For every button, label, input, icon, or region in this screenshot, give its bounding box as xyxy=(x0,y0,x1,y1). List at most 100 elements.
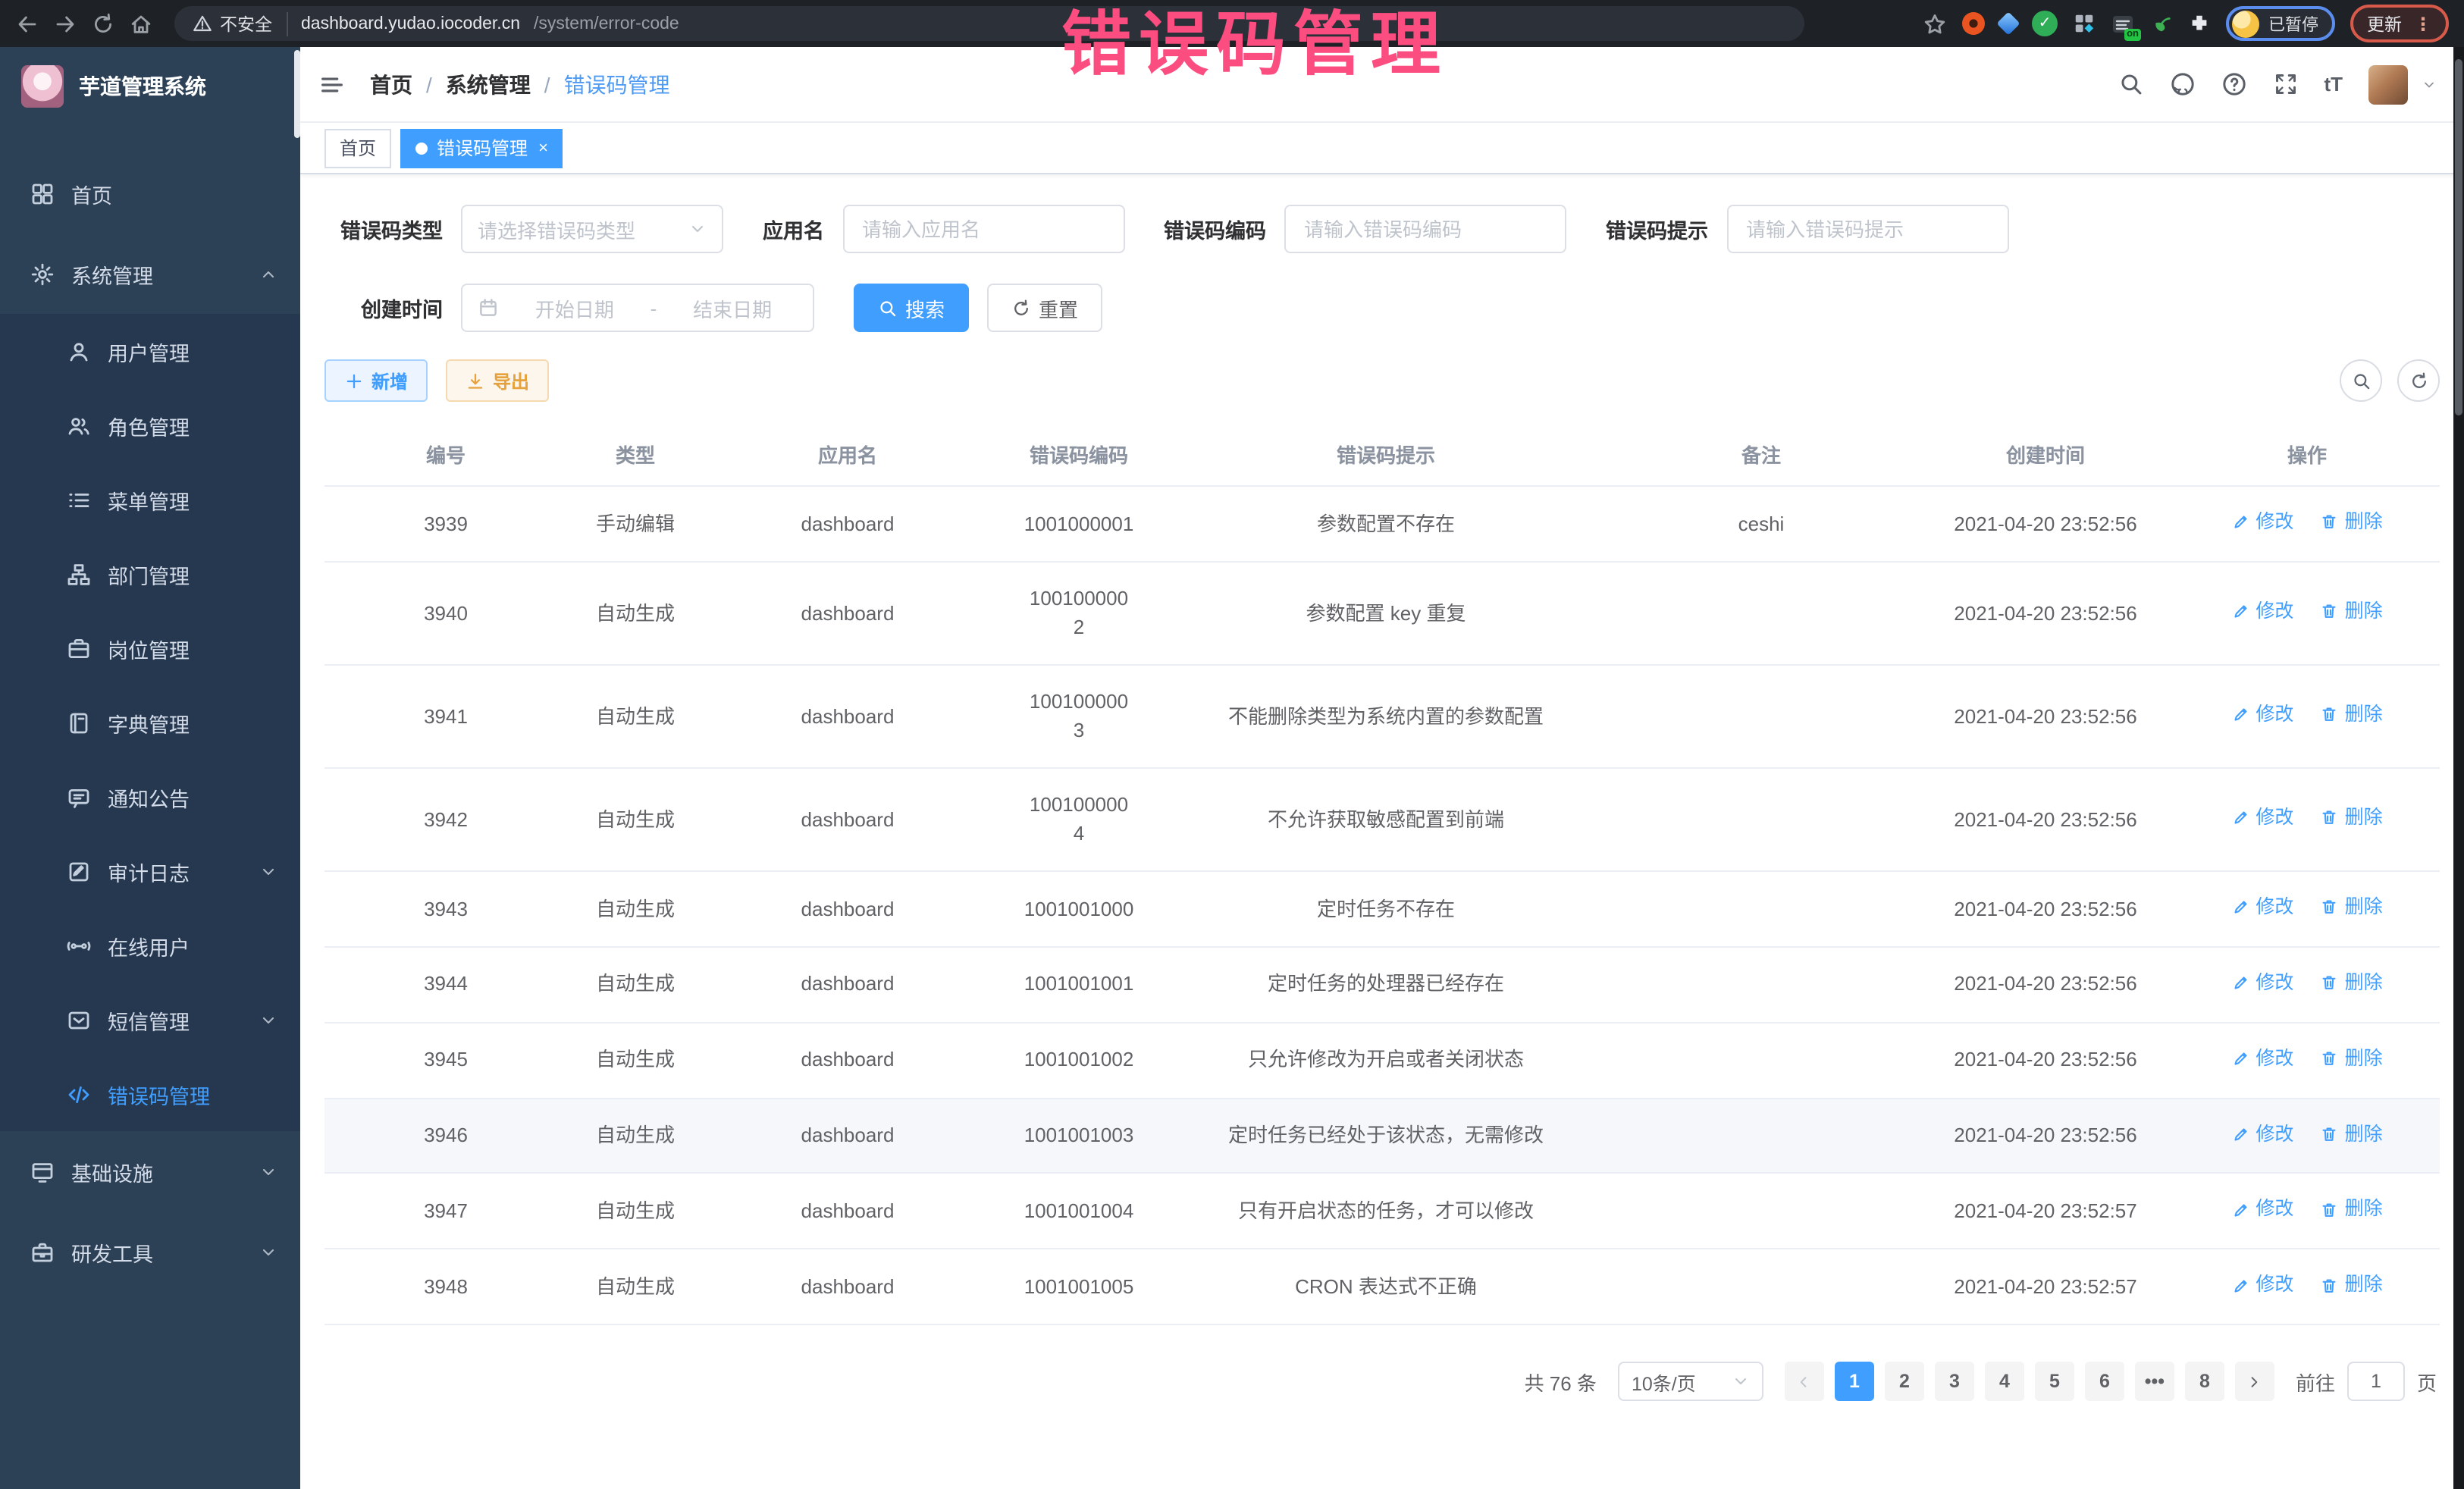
font-size-icon[interactable] xyxy=(2324,73,2343,96)
fullscreen-icon[interactable] xyxy=(2272,71,2298,97)
pencil-icon xyxy=(2231,973,2249,992)
delete-link[interactable]: 删除 xyxy=(2321,804,2383,832)
profile-paused-badge[interactable]: 已暂停 xyxy=(2226,6,2335,41)
sidebar-item[interactable]: 角色管理 xyxy=(0,388,300,462)
sidebar-scrollbar[interactable] xyxy=(294,50,300,138)
refresh-table-button[interactable] xyxy=(2397,359,2440,402)
security-warning[interactable]: 不安全 xyxy=(193,11,287,36)
scrollbar-thumb[interactable] xyxy=(2455,59,2462,415)
export-button[interactable]: 导出 xyxy=(446,359,549,402)
sidebar-item[interactable]: 系统管理 xyxy=(0,234,300,314)
date-range-picker[interactable]: 开始日期 - 结束日期 xyxy=(461,284,814,332)
edit-link[interactable]: 修改 xyxy=(2231,1044,2293,1073)
sidebar-item[interactable]: 短信管理 xyxy=(0,983,300,1057)
extension-icon-grid[interactable] xyxy=(2073,12,2096,35)
user-avatar[interactable] xyxy=(2368,64,2408,104)
add-button[interactable]: 新增 xyxy=(324,359,428,402)
page-button[interactable]: 2 xyxy=(1885,1362,1924,1401)
page-button[interactable]: 8 xyxy=(2185,1362,2224,1401)
delete-link[interactable]: 删除 xyxy=(2321,969,2383,998)
github-icon[interactable] xyxy=(2169,71,2195,97)
page-button-active[interactable]: 1 xyxy=(1835,1362,1874,1401)
delete-link[interactable]: 删除 xyxy=(2321,1196,2383,1224)
edit-link[interactable]: 修改 xyxy=(2231,1271,2293,1300)
sidebar-item[interactable]: 首页 xyxy=(0,153,300,234)
app-name-input[interactable] xyxy=(842,205,1124,253)
address-bar[interactable]: 不安全 dashboard.yudao.iocoder.cn/system/er… xyxy=(174,6,1804,41)
extension-icon-switch[interactable]: on xyxy=(2111,12,2135,35)
edit-link[interactable]: 修改 xyxy=(2231,701,2293,729)
sidebar-item[interactable]: 审计日志 xyxy=(0,834,300,908)
forward-icon[interactable] xyxy=(53,11,77,36)
sidebar-item[interactable]: 通知公告 xyxy=(0,760,300,834)
reload-icon[interactable] xyxy=(91,11,115,36)
sidebar-item[interactable]: 错误码管理 xyxy=(0,1057,300,1131)
delete-link[interactable]: 删除 xyxy=(2321,508,2383,537)
edit-link[interactable]: 修改 xyxy=(2231,969,2293,998)
tag-error-code-active[interactable]: 错误码管理 × xyxy=(400,128,563,168)
page-button[interactable]: 4 xyxy=(1985,1362,2024,1401)
delete-link[interactable]: 删除 xyxy=(2321,1271,2383,1300)
page-scrollbar[interactable] xyxy=(2453,47,2464,1489)
sidebar-item[interactable]: 岗位管理 xyxy=(0,611,300,685)
cell-id: 3943 xyxy=(324,871,567,947)
edit-link[interactable]: 修改 xyxy=(2231,804,2293,832)
page-button[interactable]: 6 xyxy=(2085,1362,2124,1401)
app-logo-row[interactable]: 芋道管理系统 xyxy=(0,47,300,126)
filter-row-1: 错误码类型 请选择错误码类型 应用名 错误码编码 xyxy=(324,205,2440,253)
delete-link[interactable]: 删除 xyxy=(2321,893,2383,922)
extension-icon-leaf[interactable] xyxy=(2150,12,2173,35)
edit-link[interactable]: 修改 xyxy=(2231,508,2293,537)
sidebar-item[interactable]: 字典管理 xyxy=(0,685,300,760)
chrome-update-button[interactable]: 更新 ⋮ xyxy=(2350,5,2449,42)
delete-link[interactable]: 删除 xyxy=(2321,1120,2383,1149)
sidebar-item[interactable]: 用户管理 xyxy=(0,314,300,388)
avatar-caret-icon[interactable] xyxy=(2422,77,2437,92)
help-icon[interactable] xyxy=(2221,71,2246,97)
search-button[interactable]: 搜索 xyxy=(854,284,969,332)
reset-button[interactable]: 重置 xyxy=(987,284,1102,332)
tag-close-icon[interactable]: × xyxy=(538,139,548,157)
page-button[interactable]: 5 xyxy=(2035,1362,2074,1401)
breadcrumb-home[interactable]: 首页 xyxy=(370,69,412,99)
error-code-input[interactable] xyxy=(1284,205,1566,253)
goto-page-input[interactable] xyxy=(2347,1362,2405,1401)
page-button[interactable]: ••• xyxy=(2135,1362,2174,1401)
extension-icon-orange[interactable] xyxy=(1962,12,1985,35)
sidebar-item[interactable]: 基础设施 xyxy=(0,1131,300,1212)
sidebar-item[interactable]: 菜单管理 xyxy=(0,462,300,537)
error-hint-label: 错误码提示 xyxy=(1606,214,1708,244)
bookmark-star-icon[interactable] xyxy=(1923,11,1947,36)
sidebar-item[interactable]: 部门管理 xyxy=(0,537,300,611)
toggle-search-button[interactable] xyxy=(2340,359,2382,402)
cell-actions: 修改 删除 xyxy=(2174,768,2440,871)
sidebar-item[interactable]: 在线用户 xyxy=(0,908,300,983)
error-hint-input[interactable] xyxy=(1726,205,2008,253)
home-icon[interactable] xyxy=(129,11,153,36)
edit-link[interactable]: 修改 xyxy=(2231,893,2293,922)
cell-remark xyxy=(1606,1249,1917,1325)
cell-app: dashboard xyxy=(704,1022,992,1098)
page-button[interactable]: 3 xyxy=(1935,1362,1974,1401)
tag-home[interactable]: 首页 xyxy=(324,128,391,168)
edit-link[interactable]: 修改 xyxy=(2231,1120,2293,1149)
breadcrumb-system[interactable]: 系统管理 xyxy=(446,69,531,99)
extensions-puzzle-icon[interactable] xyxy=(2188,12,2211,35)
search-icon[interactable] xyxy=(2118,71,2143,97)
delete-link[interactable]: 删除 xyxy=(2321,1044,2383,1073)
back-icon[interactable] xyxy=(15,11,39,36)
overflow-menu-icon[interactable]: ⋮ xyxy=(2414,13,2432,34)
delete-link[interactable]: 删除 xyxy=(2321,701,2383,729)
error-type-select[interactable]: 请选择错误码类型 xyxy=(461,205,723,253)
sidebar-item[interactable]: 研发工具 xyxy=(0,1212,300,1292)
edit-link[interactable]: 修改 xyxy=(2231,597,2293,626)
extension-icon-gem[interactable] xyxy=(1996,11,2020,35)
delete-link[interactable]: 删除 xyxy=(2321,597,2383,626)
edit-link[interactable]: 修改 xyxy=(2231,1196,2293,1224)
extension-icon-green-check[interactable] xyxy=(2032,11,2058,36)
col-code: 错误码编码 xyxy=(992,423,1166,486)
page-size-select[interactable]: 10条/页 xyxy=(1618,1362,1763,1401)
hamburger-icon[interactable] xyxy=(318,71,346,98)
next-page-button[interactable] xyxy=(2235,1362,2274,1401)
prev-page-button[interactable] xyxy=(1785,1362,1824,1401)
